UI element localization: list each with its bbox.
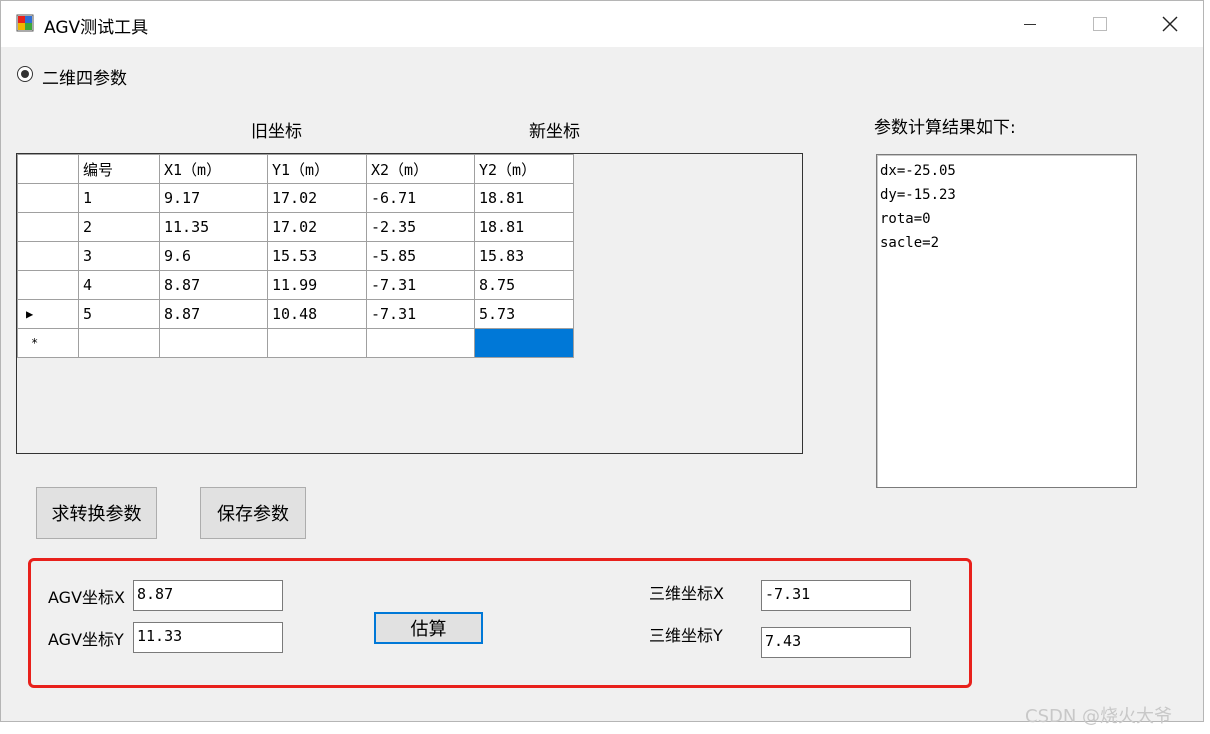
window-title: AGV测试工具 (44, 18, 149, 38)
cell-id[interactable]: 5 (78, 299, 160, 329)
save-params-button[interactable]: 保存参数 (200, 487, 306, 539)
table-row[interactable]: 3 9.6 15.53 -5.85 15.83 (17, 241, 574, 271)
watermark: CSDN @烧火大爷 (1025, 706, 1173, 727)
column-header-x1[interactable]: X1（m） (159, 154, 268, 184)
maximize-icon (1093, 17, 1107, 31)
old-coords-heading: 旧坐标 (251, 122, 302, 142)
row-header[interactable] (17, 183, 79, 213)
title-bar: AGV测试工具 (1, 1, 1203, 47)
result-line: sacle=2 (880, 235, 940, 251)
cell-y2-selected[interactable] (474, 328, 574, 358)
cell-x1[interactable]: 9.6 (159, 241, 268, 271)
cell-x2[interactable] (366, 328, 475, 358)
map-y-label: 三维坐标Y (649, 626, 723, 645)
grid-header-row: 编号 X1（m） Y1（m） X2（m） Y2（m） (17, 154, 574, 184)
radio-label: 二维四参数 (42, 69, 127, 89)
minimize-button[interactable] (995, 1, 1065, 47)
table-row[interactable]: 4 8.87 11.99 -7.31 8.75 (17, 270, 574, 300)
cell-id[interactable]: 4 (78, 270, 160, 300)
map-x-label: 三维坐标X (649, 584, 724, 603)
cell-x2[interactable]: -6.71 (366, 183, 475, 213)
cell-y1[interactable] (267, 328, 367, 358)
cell-x1[interactable] (159, 328, 268, 358)
close-icon (1162, 16, 1178, 32)
agv-x-label: AGV坐标X (48, 588, 125, 607)
cell-y1[interactable]: 17.02 (267, 212, 367, 242)
cell-x2[interactable]: -7.31 (366, 299, 475, 329)
agv-y-field[interactable]: 11.33 (133, 622, 283, 653)
app-window: AGV测试工具 二维四参数 旧坐标 新坐标 参数计算结果如下: 编号 X1（m）… (0, 0, 1204, 722)
compute-params-button[interactable]: 求转换参数 (36, 487, 157, 539)
row-header[interactable] (17, 270, 79, 300)
table-row[interactable]: 1 9.17 17.02 -6.71 18.81 (17, 183, 574, 213)
cell-id[interactable]: 2 (78, 212, 160, 242)
column-header-x2[interactable]: X2（m） (366, 154, 475, 184)
cell-y2[interactable]: 5.73 (474, 299, 574, 329)
agv-x-field[interactable]: 8.87 (133, 580, 283, 611)
result-line: dx=-25.05 (880, 163, 956, 179)
row-header[interactable] (17, 212, 79, 242)
result-heading: 参数计算结果如下: (874, 118, 1016, 138)
agv-y-label: AGV坐标Y (48, 630, 124, 649)
map-y-field[interactable]: 7.43 (761, 627, 911, 658)
cell-y2[interactable]: 15.83 (474, 241, 574, 271)
new-row-icon[interactable]: * (17, 328, 79, 358)
current-row-icon[interactable]: ▶ (17, 299, 79, 329)
cell-y1[interactable]: 17.02 (267, 183, 367, 213)
cell-x2[interactable]: -2.35 (366, 212, 475, 242)
cell-id[interactable] (78, 328, 160, 358)
cell-y1[interactable]: 11.99 (267, 270, 367, 300)
column-header-y2[interactable]: Y2（m） (474, 154, 574, 184)
table-row[interactable]: 2 11.35 17.02 -2.35 18.81 (17, 212, 574, 242)
cell-x2[interactable]: -7.31 (366, 270, 475, 300)
cell-y2[interactable]: 18.81 (474, 183, 574, 213)
table-row[interactable]: ▶ 5 8.87 10.48 -7.31 5.73 (17, 299, 574, 329)
new-row[interactable]: * (17, 328, 574, 358)
cell-y1[interactable]: 10.48 (267, 299, 367, 329)
app-icon (16, 14, 34, 32)
cell-y1[interactable]: 15.53 (267, 241, 367, 271)
cell-x2[interactable]: -5.85 (366, 241, 475, 271)
estimate-button[interactable]: 估算 (374, 612, 483, 644)
minimize-icon (1024, 24, 1036, 25)
cell-id[interactable]: 1 (78, 183, 160, 213)
radio-2d-four-param[interactable] (17, 66, 33, 82)
result-line: dy=-15.23 (880, 187, 956, 203)
column-header-y1[interactable]: Y1（m） (267, 154, 367, 184)
radio-dot-icon (21, 70, 29, 78)
cell-x1[interactable]: 8.87 (159, 270, 268, 300)
cell-y2[interactable]: 8.75 (474, 270, 574, 300)
cell-x1[interactable]: 8.87 (159, 299, 268, 329)
cell-x1[interactable]: 11.35 (159, 212, 268, 242)
cell-id[interactable]: 3 (78, 241, 160, 271)
result-textbox[interactable]: dx=-25.05 dy=-15.23 rota=0 sacle=2 (876, 154, 1137, 488)
data-grid[interactable]: 编号 X1（m） Y1（m） X2（m） Y2（m） 1 9.17 17.02 … (16, 153, 803, 454)
cell-x1[interactable]: 9.17 (159, 183, 268, 213)
maximize-button[interactable] (1065, 1, 1135, 47)
row-header[interactable] (17, 241, 79, 271)
map-x-field[interactable]: -7.31 (761, 580, 911, 611)
column-header-id[interactable]: 编号 (78, 154, 160, 184)
close-button[interactable] (1135, 1, 1205, 47)
grid-corner-cell[interactable] (17, 154, 79, 184)
new-coords-heading: 新坐标 (529, 122, 580, 142)
cell-y2[interactable]: 18.81 (474, 212, 574, 242)
result-line: rota=0 (880, 211, 931, 227)
